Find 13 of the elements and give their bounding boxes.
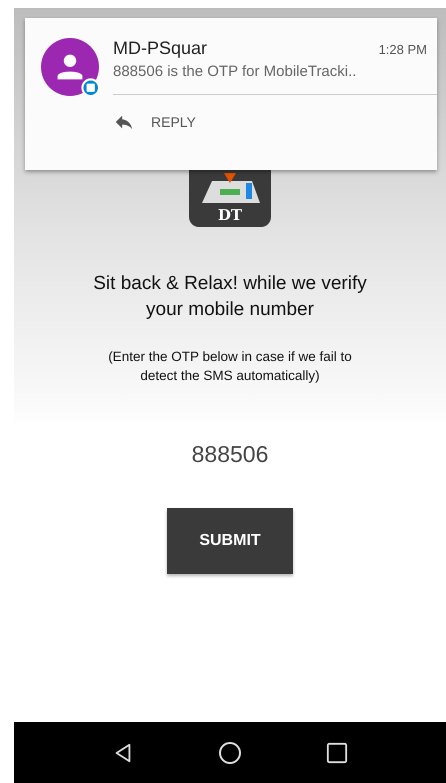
reply-button[interactable]: REPLY xyxy=(113,107,196,137)
avatar-icon xyxy=(41,38,99,96)
heading-text: Sit back & Relax! while we verify your mobile number xyxy=(92,272,368,322)
sender-name: MD-PSquar xyxy=(113,38,208,59)
notification-time: 1:28 PM xyxy=(378,42,427,57)
submit-button[interactable]: SUBMIT xyxy=(167,508,293,574)
recents-icon[interactable] xyxy=(326,742,348,764)
notification-message: 888506 is the OTP for MobileTracki.. xyxy=(113,63,358,80)
logo-text: DT xyxy=(218,207,242,223)
home-icon[interactable] xyxy=(218,740,242,764)
otp-field[interactable]: 888506 xyxy=(130,437,330,472)
hint-text: (Enter the OTP below in case if we fail to detect the SMS automatically) xyxy=(107,348,353,385)
notification-card[interactable]: MD-PSquar 1:28 PM 888506 is the OTP for MobileTracki.. REPLY xyxy=(25,18,437,170)
